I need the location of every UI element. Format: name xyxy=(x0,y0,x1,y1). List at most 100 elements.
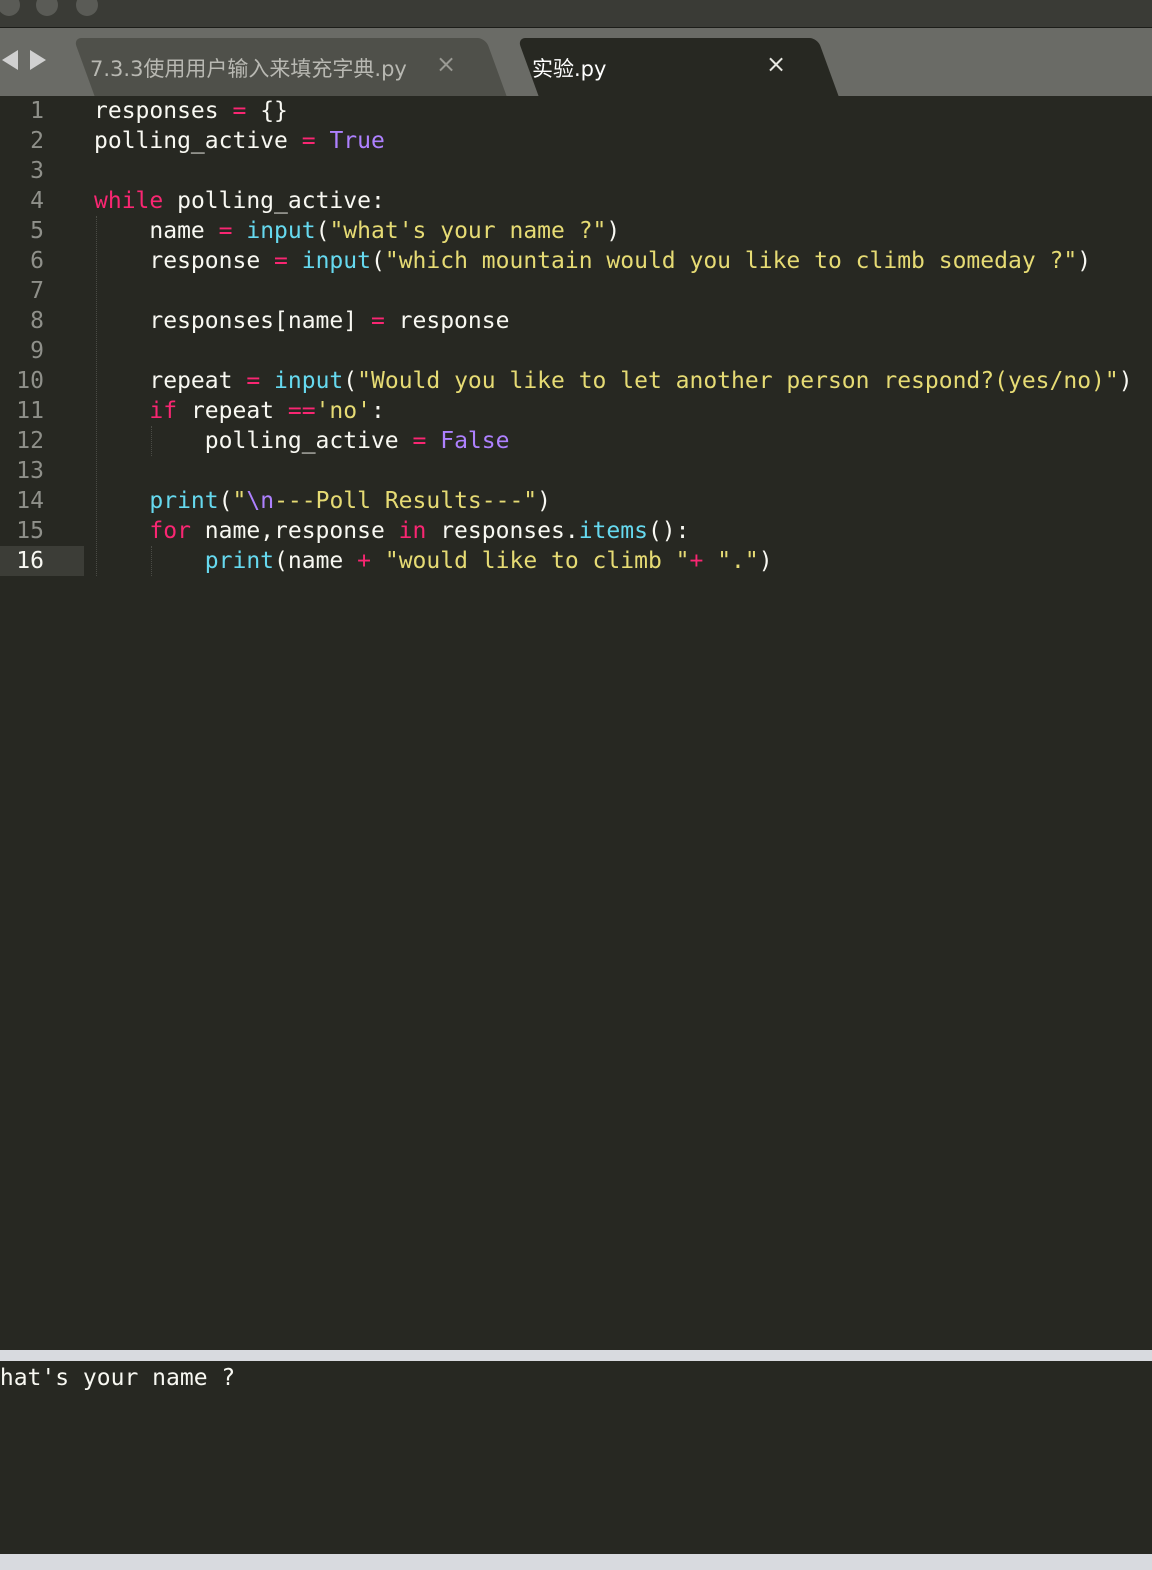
line-number: 11 xyxy=(16,398,44,424)
line-code: repeat = input("Would you like to let an… xyxy=(94,366,1133,396)
code-token: == xyxy=(287,398,316,424)
code-line[interactable]: 2 polling_active = True xyxy=(0,126,1152,156)
line-code: polling_active = False xyxy=(94,426,510,456)
code-token: (name xyxy=(274,548,358,574)
code-token: response xyxy=(384,308,510,334)
code-token: repeat xyxy=(177,398,288,424)
code-token: ) xyxy=(1077,248,1092,274)
line-number: 16 xyxy=(16,548,44,574)
code-line[interactable]: 10 repeat = input("Would you like to let… xyxy=(0,366,1152,396)
code-token: responses xyxy=(94,98,233,124)
code-token: + xyxy=(689,548,704,574)
close-window-icon[interactable] xyxy=(0,0,20,16)
line-number: 15 xyxy=(16,518,44,544)
code-token: polling_active xyxy=(94,428,413,454)
code-token: = xyxy=(218,218,233,244)
tab-label: 实验.py xyxy=(532,57,607,81)
code-line[interactable]: 9 xyxy=(0,336,1152,366)
code-token: = xyxy=(370,308,385,334)
code-token: repeat xyxy=(94,368,247,394)
code-token: : xyxy=(370,398,385,424)
panel-divider[interactable] xyxy=(0,1350,1152,1361)
code-token: "would like to climb " xyxy=(384,548,690,574)
line-code: for name,response in responses.items(): xyxy=(94,516,689,546)
code-token: ( xyxy=(315,218,330,244)
line-number: 12 xyxy=(16,428,44,454)
indent-guide xyxy=(96,216,97,576)
console-panel[interactable]: what's your name ? xyxy=(0,1361,1152,1554)
code-line[interactable]: 4 while polling_active: xyxy=(0,186,1152,216)
code-token: items xyxy=(578,518,648,544)
code-line[interactable]: 6 response = input("which mountain would… xyxy=(0,246,1152,276)
code-token: ) xyxy=(758,548,773,574)
code-token: "." xyxy=(717,548,759,574)
tab-bar: 7.3.3使用用户输入来填充字典.py × 实验.py × xyxy=(0,28,1152,96)
line-code: name = input("what's your name ?") xyxy=(94,216,620,246)
code-line[interactable]: 11 if repeat =='no': xyxy=(0,396,1152,426)
tab-label: 7.3.3使用用户输入来填充字典.py xyxy=(90,57,407,81)
indent-guide xyxy=(151,426,152,456)
code-token: = xyxy=(246,368,261,394)
window-titlebar xyxy=(0,0,1152,28)
code-token: polling_active: xyxy=(163,188,385,214)
code-token: for xyxy=(149,518,191,544)
line-code: response = input("which mountain would y… xyxy=(94,246,1091,276)
line-number: 2 xyxy=(30,128,44,154)
zoom-window-icon[interactable] xyxy=(76,0,98,16)
code-token: ---Poll Results---" xyxy=(274,488,538,514)
minimize-window-icon[interactable] xyxy=(36,0,58,16)
code-token: 'no' xyxy=(315,398,371,424)
code-token: input xyxy=(301,248,371,274)
line-code: responses[name] = response xyxy=(94,306,509,336)
code-token: ( xyxy=(370,248,385,274)
code-token: " xyxy=(232,488,247,514)
code-line[interactable]: 1 responses = {} xyxy=(0,96,1152,126)
tab-inactive-file[interactable]: 7.3.3使用用户输入来填充字典.py × xyxy=(73,38,507,96)
line-code: polling_active = True xyxy=(94,126,385,156)
code-line[interactable]: 16 print(name + "would like to climb "+ … xyxy=(0,546,1152,576)
line-number: 14 xyxy=(16,488,44,514)
code-token: ( xyxy=(343,368,358,394)
code-line[interactable]: 8 responses[name] = response xyxy=(0,306,1152,336)
line-number: 1 xyxy=(30,98,44,124)
code-line[interactable]: 7 xyxy=(0,276,1152,306)
code-line[interactable]: 12 polling_active = False xyxy=(0,426,1152,456)
code-line[interactable]: 3 xyxy=(0,156,1152,186)
code-line[interactable]: 5 name = input("what's your name ?") xyxy=(0,216,1152,246)
tab-active-file[interactable]: 实验.py × xyxy=(517,38,839,96)
console-output: what's your name ? xyxy=(0,1365,236,1391)
code-token: input xyxy=(246,218,316,244)
line-number: 13 xyxy=(16,458,44,484)
line-code: print(name + "would like to climb "+ "."… xyxy=(94,546,773,576)
code-token: "what's your name ?" xyxy=(329,218,607,244)
indent-guide xyxy=(151,546,152,576)
code-line[interactable]: 15 for name,response in responses.items(… xyxy=(0,516,1152,546)
status-bar xyxy=(0,1554,1152,1570)
code-token: = xyxy=(274,248,288,274)
line-code: if repeat =='no': xyxy=(94,396,385,426)
code-line[interactable]: 13 xyxy=(0,456,1152,486)
code-editor[interactable]: 1 responses = {} 2 polling_active = True 3 4 w… xyxy=(0,96,1152,1350)
code-token: polling_active xyxy=(94,128,302,154)
code-token: ) xyxy=(1118,368,1133,394)
close-tab-icon[interactable]: × xyxy=(766,50,786,78)
code-line[interactable]: 14 print("\n---Poll Results---") xyxy=(0,486,1152,516)
code-token: ( xyxy=(218,488,233,514)
code-token: = xyxy=(232,98,247,124)
code-token: while xyxy=(94,188,164,214)
code-token: = xyxy=(301,128,316,154)
close-tab-icon[interactable]: × xyxy=(436,50,456,78)
code-token: response xyxy=(94,248,275,274)
forward-arrow-icon[interactable] xyxy=(30,50,46,70)
code-token: (): xyxy=(647,518,690,544)
code-token: input xyxy=(274,368,344,394)
back-arrow-icon[interactable] xyxy=(2,50,18,70)
